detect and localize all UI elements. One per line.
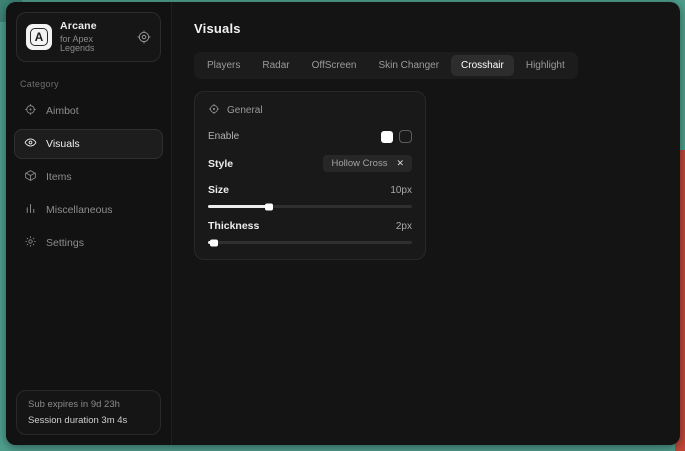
sidebar-item-label: Settings: [46, 237, 84, 249]
thickness-slider[interactable]: [208, 241, 412, 244]
sidebar-item-label: Aimbot: [46, 105, 79, 117]
app-title-block: Arcane for Apex Legends: [60, 21, 129, 53]
app-logo: A: [26, 24, 52, 50]
sidebar-item-label: Miscellaneous: [46, 204, 113, 216]
app-subtitle: for Apex Legends: [60, 35, 129, 53]
app-name: Arcane: [60, 21, 129, 32]
box-icon: [24, 169, 37, 185]
tab-radar[interactable]: Radar: [252, 55, 299, 76]
main-content: Visuals Players Radar OffScreen Skin Cha…: [172, 2, 680, 445]
sidebar-item-label: Visuals: [46, 138, 80, 150]
gear-icon: [24, 235, 37, 251]
size-value: 10px: [390, 185, 412, 196]
style-value: Hollow Cross: [331, 158, 387, 169]
app-header-card: A Arcane for Apex Legends: [16, 12, 161, 62]
bars-icon: [24, 202, 37, 218]
sidebar-item-label: Items: [46, 171, 72, 183]
thickness-row: Thickness 2px: [208, 220, 412, 232]
page-title: Visuals: [194, 21, 658, 36]
close-icon[interactable]: ✕: [396, 159, 404, 168]
tab-highlight[interactable]: Highlight: [516, 55, 575, 76]
thickness-slider-fill[interactable]: [208, 241, 214, 244]
size-label: Size: [208, 184, 229, 196]
style-select[interactable]: Hollow Cross ✕: [323, 155, 412, 172]
sub-expires-text: Sub expires in 9d 23h: [28, 399, 149, 410]
size-slider[interactable]: [208, 205, 412, 208]
style-label: Style: [208, 158, 233, 170]
tab-skin-changer[interactable]: Skin Changer: [368, 55, 449, 76]
sidebar-item-miscellaneous[interactable]: Miscellaneous: [14, 195, 163, 225]
enable-checkbox[interactable]: [399, 130, 412, 143]
category-label: Category: [20, 79, 157, 89]
app-logo-letter: A: [30, 28, 48, 46]
sidebar-item-visuals[interactable]: Visuals: [14, 129, 163, 159]
eye-icon: [24, 136, 37, 152]
sidebar: A Arcane for Apex Legends Category: [6, 2, 172, 445]
enable-controls: [381, 130, 412, 143]
sidebar-item-settings[interactable]: Settings: [14, 228, 163, 258]
style-row: Style Hollow Cross ✕: [208, 155, 412, 172]
panel-title: General: [227, 105, 263, 116]
tab-offscreen[interactable]: OffScreen: [302, 55, 367, 76]
tab-crosshair[interactable]: Crosshair: [451, 55, 514, 76]
app-window: A Arcane for Apex Legends Category: [6, 2, 680, 445]
target-icon[interactable]: [137, 30, 151, 44]
session-duration-text: Session duration 3m 4s: [28, 415, 149, 426]
sidebar-item-items[interactable]: Items: [14, 162, 163, 192]
sidebar-nav: Aimbot Visuals Items: [6, 96, 171, 258]
size-slider-fill[interactable]: [208, 205, 269, 208]
sidebar-item-aimbot[interactable]: Aimbot: [14, 96, 163, 126]
tab-players[interactable]: Players: [197, 55, 250, 76]
visuals-tabbar: Players Radar OffScreen Skin Changer Cro…: [194, 52, 578, 79]
crosshair-icon: [24, 103, 37, 119]
enable-label: Enable: [208, 131, 239, 142]
enable-row: Enable: [208, 130, 412, 143]
thickness-value: 2px: [396, 221, 412, 232]
general-panel: General Enable Style Hollow Cross ✕ Size…: [194, 91, 426, 260]
size-row: Size 10px: [208, 184, 412, 196]
thickness-label: Thickness: [208, 220, 259, 232]
subscription-info-card: Sub expires in 9d 23h Session duration 3…: [16, 390, 161, 435]
panel-header: General: [208, 103, 412, 118]
scope-icon: [208, 103, 220, 118]
color-swatch[interactable]: [381, 131, 393, 143]
